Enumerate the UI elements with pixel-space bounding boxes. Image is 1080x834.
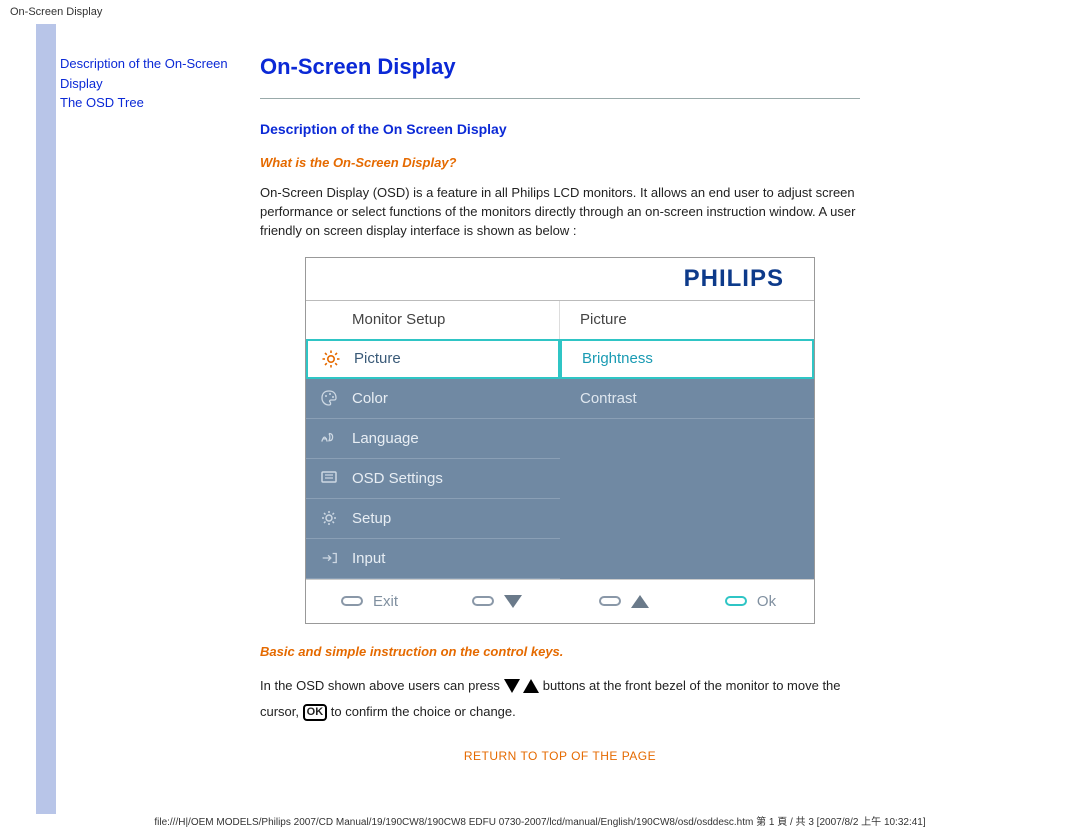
section-heading: Description of the On Screen Display [260,121,860,137]
osd-footer: Exit Ok [306,579,814,623]
instr-text-3: to confirm the choice or change. [331,704,516,719]
divider [260,98,860,99]
osd-ok-label: Ok [757,593,776,610]
triangle-up-icon [631,595,649,608]
brightness-icon [322,350,340,368]
color-icon [320,389,338,407]
menu-item-input[interactable]: Input [306,539,560,579]
sidebar-link-description[interactable]: Description of the On-Screen Display [60,54,242,93]
sub-item-blank [560,539,814,579]
left-decorative-stripe [36,24,56,814]
page-title: On-Screen Display [260,54,860,80]
input-icon [320,549,338,567]
sub-item-blank [560,499,814,539]
instructions-heading: Basic and simple instruction on the cont… [260,644,860,659]
triangle-down-icon [504,595,522,608]
button-pill-icon [599,596,621,606]
philips-logo: PHILIPS [684,265,784,293]
sidebar-link-osd-tree[interactable]: The OSD Tree [60,93,242,113]
osd-sub-menu: Brightness Contrast [560,339,814,579]
menu-item-setup[interactable]: Setup [306,499,560,539]
footer-file-path: file:///H|/OEM MODELS/Philips 2007/CD Ma… [0,813,1080,828]
button-pill-icon [472,596,494,606]
menu-item-label: Input [352,550,385,567]
button-pill-icon [341,596,363,606]
menu-item-label: OSD Settings [352,470,443,487]
osd-exit-label: Exit [373,593,398,610]
button-pill-icon [725,596,747,606]
menu-item-language[interactable]: Language [306,419,560,459]
sub-item-contrast[interactable]: Contrast [560,379,814,419]
menu-item-label: Setup [352,510,391,527]
osd-exit-button[interactable]: Exit [306,593,433,610]
menu-item-label: Color [352,390,388,407]
inline-triangle-down-icon [504,679,520,693]
question-heading: What is the On-Screen Display? [260,155,860,170]
setup-icon [320,509,338,527]
osd-left-header: Monitor Setup [306,301,560,339]
inline-ok-icon: OK [303,704,328,721]
intro-paragraph: On-Screen Display (OSD) is a feature in … [260,184,860,241]
osd-up-button[interactable] [560,595,687,608]
sub-item-brightness[interactable]: Brightness [560,339,814,379]
menu-item-label: Language [352,430,419,447]
sub-item-blank [560,459,814,499]
sub-item-blank [560,419,814,459]
osd-preview: PHILIPS Monitor Setup Picture Picture [305,257,815,624]
osd-down-button[interactable] [433,595,560,608]
page-header: On-Screen Display [0,0,1080,24]
osd-ok-button[interactable]: Ok [687,593,814,610]
instr-text-1: In the OSD shown above users can press [260,678,500,693]
menu-item-osd-settings[interactable]: OSD Settings [306,459,560,499]
menu-item-picture[interactable]: Picture [306,339,560,379]
return-to-top-link[interactable]: RETURN TO TOP OF THE PAGE [260,749,860,763]
language-icon [320,429,338,447]
instruction-paragraph: In the OSD shown above users can press b… [260,673,860,725]
osd-main-menu: Picture Color Language [306,339,560,579]
inline-triangle-up-icon [523,679,539,693]
menu-item-color[interactable]: Color [306,379,560,419]
osd-settings-icon [320,469,338,487]
sidebar: Description of the On-Screen Display The… [60,54,260,763]
menu-item-label: Picture [354,350,401,367]
osd-right-header: Picture [560,301,814,339]
